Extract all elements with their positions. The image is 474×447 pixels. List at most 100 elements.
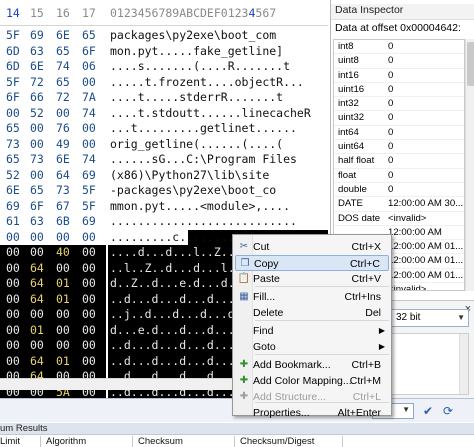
- inspector-value[interactable]: 0: [388, 97, 464, 110]
- hex-byte[interactable]: 00: [56, 106, 76, 122]
- menu-item-cut[interactable]: ✂ Cut Ctrl+X: [235, 239, 389, 255]
- hex-byte[interactable]: 65: [30, 183, 50, 199]
- hex-byte[interactable]: 00: [82, 338, 102, 354]
- hex-byte[interactable]: 52: [6, 168, 26, 184]
- hex-byte[interactable]: 6B: [56, 214, 76, 230]
- hex-byte[interactable]: 64: [30, 276, 50, 292]
- inspector-value[interactable]: 12:00:00 AM: [388, 226, 464, 239]
- hex-byte[interactable]: 73: [56, 183, 76, 199]
- inspector-row[interactable]: double 0: [334, 183, 464, 198]
- options-scrollbar[interactable]: [459, 334, 468, 394]
- hex-byte[interactable]: 00: [30, 137, 50, 153]
- hex-byte[interactable]: 06: [82, 59, 102, 75]
- hex-byte[interactable]: 61: [6, 214, 26, 230]
- hex-byte[interactable]: 00: [82, 292, 102, 308]
- hex-byte[interactable]: 00: [82, 230, 102, 246]
- column-limit[interactable]: Limit: [0, 435, 20, 447]
- inspector-value[interactable]: 0: [388, 54, 464, 67]
- hex-byte[interactable]: 00: [6, 261, 26, 277]
- ascii-row[interactable]: -packages\py2exe\boot_co: [108, 183, 328, 199]
- hex-byte[interactable]: 00: [6, 276, 26, 292]
- hex-row[interactable]: 00 00 00 00: [0, 307, 106, 323]
- menu-item-add-bookmark[interactable]: ✚ Add Bookmark... Ctrl+B: [235, 357, 389, 373]
- hex-byte[interactable]: 64: [56, 168, 76, 184]
- inspector-row[interactable]: uint32 0: [334, 111, 464, 126]
- hex-byte[interactable]: 74: [82, 152, 102, 168]
- hex-byte[interactable]: 69: [82, 214, 102, 230]
- hex-byte[interactable]: 00: [82, 121, 102, 137]
- refresh-icon[interactable]: ⟳: [440, 403, 456, 419]
- hex-byte[interactable]: 00: [82, 75, 102, 91]
- hex-byte[interactable]: 6F: [82, 44, 102, 60]
- bit-width-select[interactable]: 32 bit ▼: [391, 309, 469, 327]
- ascii-row[interactable]: ......sG...C:\Program Files: [108, 152, 328, 168]
- hex-byte[interactable]: 5F: [6, 28, 26, 44]
- ascii-row[interactable]: ...........................: [108, 214, 328, 230]
- hex-row[interactable]: 73 00 49 00: [0, 137, 106, 153]
- inspector-value[interactable]: 0: [388, 126, 464, 139]
- hex-byte[interactable]: 01: [56, 276, 76, 292]
- hex-byte[interactable]: 00: [30, 121, 50, 137]
- hex-byte[interactable]: 00: [56, 261, 76, 277]
- hex-byte[interactable]: 00: [56, 230, 76, 246]
- hex-row[interactable]: 5F 72 65 00: [0, 75, 106, 91]
- hex-byte[interactable]: 74: [82, 106, 102, 122]
- menu-item-find[interactable]: Find ▶: [235, 323, 389, 339]
- hex-row[interactable]: 00 52 00 74: [0, 106, 106, 122]
- hex-row[interactable]: 6F 66 72 7A: [0, 90, 106, 106]
- inspector-row[interactable]: uint16 0: [334, 83, 464, 98]
- hex-byte[interactable]: 00: [82, 137, 102, 153]
- hex-byte[interactable]: 00: [6, 106, 26, 122]
- hex-byte[interactable]: 63: [30, 214, 50, 230]
- menu-item-add-color-mapping[interactable]: ✚ Add Color Mapping... Ctrl+M: [235, 373, 389, 389]
- hex-byte[interactable]: 00: [6, 354, 26, 370]
- hex-byte[interactable]: 6E: [6, 183, 26, 199]
- hex-byte[interactable]: 49: [56, 137, 76, 153]
- inspector-value[interactable]: 0: [388, 111, 464, 124]
- hex-byte[interactable]: 00: [6, 323, 26, 339]
- hex-byte[interactable]: 65: [56, 44, 76, 60]
- inspector-value[interactable]: 0: [388, 169, 464, 182]
- hex-row[interactable]: 00 01 00 00: [0, 322, 106, 339]
- hex-byte[interactable]: 6D: [6, 59, 26, 75]
- hex-byte[interactable]: 00: [30, 307, 50, 323]
- inspector-value[interactable]: 0: [388, 83, 464, 96]
- hex-byte[interactable]: 00: [56, 323, 76, 339]
- ascii-row[interactable]: orig_getline(......(....(: [108, 137, 328, 153]
- hex-byte[interactable]: 76: [56, 121, 76, 137]
- hex-byte[interactable]: 65: [82, 28, 102, 44]
- menu-item-paste[interactable]: 📋 Paste Ctrl+V: [235, 271, 389, 287]
- menu-item-delete[interactable]: Delete Del: [235, 305, 389, 321]
- hex-byte[interactable]: 52: [30, 106, 50, 122]
- hex-row[interactable]: 00 64 01 00: [0, 353, 106, 370]
- inspector-row[interactable]: int8 0: [334, 40, 464, 55]
- inspector-row[interactable]: int16 0: [334, 69, 464, 83]
- menu-item-goto[interactable]: Goto ▶: [235, 339, 389, 355]
- hex-row[interactable]: 6D 6E 74 06: [0, 59, 106, 75]
- ascii-row[interactable]: ...t.........getlinet......: [108, 121, 328, 137]
- run-checksum-icon[interactable]: ✔: [420, 403, 436, 419]
- hex-row[interactable]: 69 6F 67 5F: [0, 199, 106, 215]
- hex-byte[interactable]: 00: [6, 292, 26, 308]
- hex-row[interactable]: 00 64 01 00: [0, 276, 106, 292]
- hex-byte[interactable]: 6D: [6, 44, 26, 60]
- hex-byte[interactable]: 67: [56, 199, 76, 215]
- hex-byte[interactable]: 6E: [56, 28, 76, 44]
- hex-byte[interactable]: 00: [6, 307, 26, 323]
- hex-row[interactable]: 00 64 01 00: [0, 291, 106, 308]
- hex-byte[interactable]: 00: [30, 168, 50, 184]
- hex-byte[interactable]: 01: [56, 354, 76, 370]
- menu-item-properties[interactable]: Properties... Alt+Enter: [235, 405, 389, 421]
- hex-byte[interactable]: 7A: [82, 90, 102, 106]
- hex-byte[interactable]: 69: [82, 168, 102, 184]
- hex-byte[interactable]: 01: [30, 323, 50, 339]
- hex-byte[interactable]: 6E: [56, 152, 76, 168]
- ascii-row[interactable]: mon.pyt.....fake_getline]: [108, 44, 328, 60]
- ascii-row[interactable]: (x86)\Python27\lib\site: [108, 168, 328, 184]
- hex-row[interactable]: 00 00 40 00: [0, 245, 106, 261]
- hex-row[interactable]: 00 00 00 00: [0, 230, 106, 246]
- hex-byte[interactable]: 01: [56, 292, 76, 308]
- inspector-row[interactable]: uint64 0: [334, 140, 464, 155]
- hex-byte[interactable]: 69: [30, 28, 50, 44]
- column-checksum-digest[interactable]: Checksum/Digest: [240, 435, 314, 447]
